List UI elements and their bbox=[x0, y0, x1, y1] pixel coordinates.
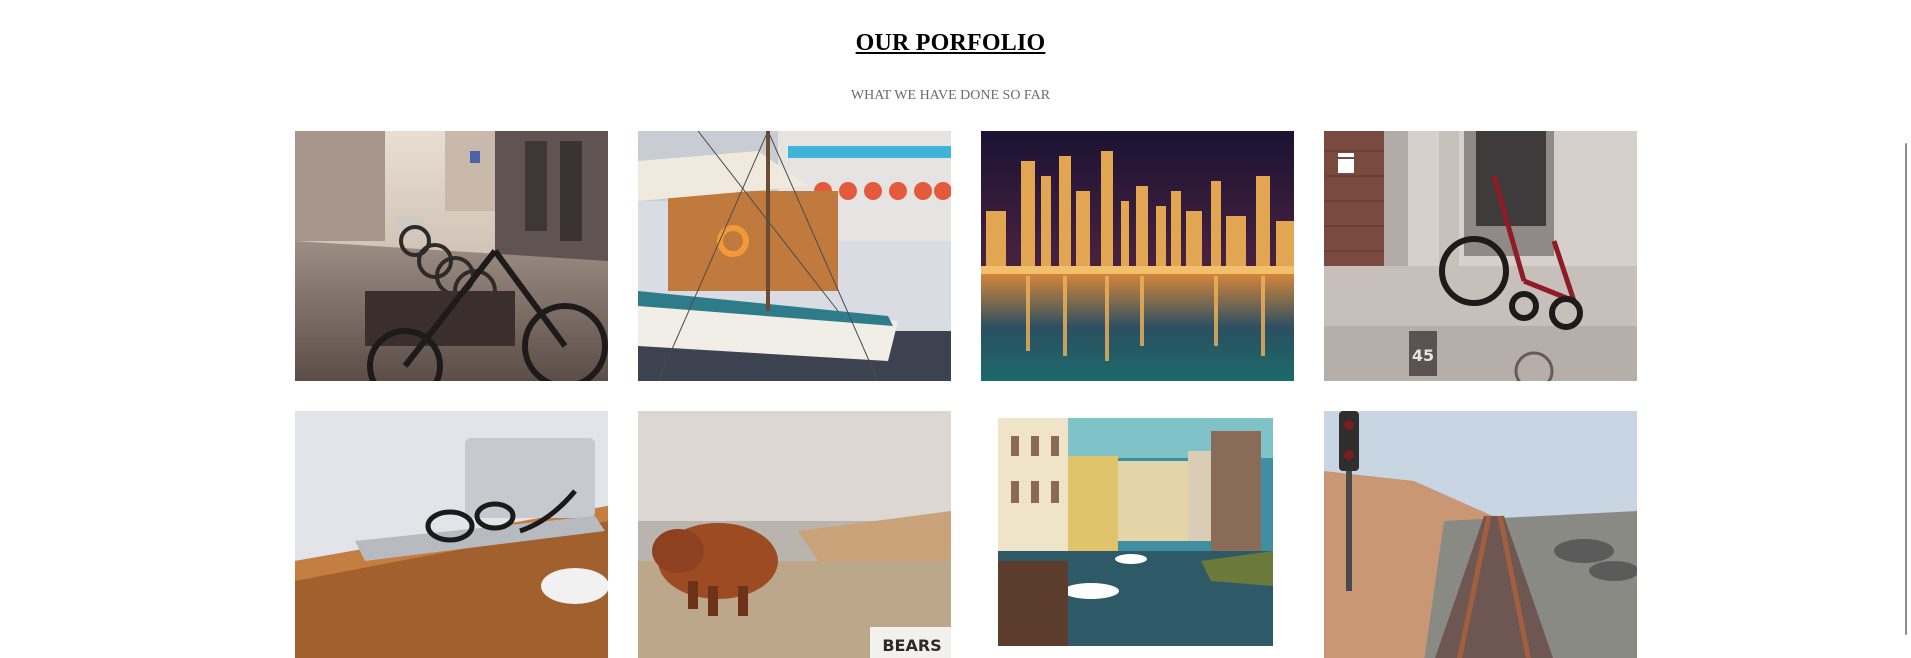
highland-cow-image: BEARS bbox=[638, 411, 951, 658]
portfolio-item-sailboat-harbor[interactable] bbox=[638, 131, 951, 381]
red-tricycle-image: 45 bbox=[1324, 131, 1637, 381]
scrollbar-thumb[interactable] bbox=[1905, 143, 1907, 635]
laptop-glasses-desk-image bbox=[295, 411, 608, 658]
city-skyline-night-image bbox=[981, 131, 1294, 381]
railway-tracks-image bbox=[1324, 411, 1637, 658]
canal-houses-image bbox=[981, 411, 1294, 658]
portfolio-item-canal-houses[interactable] bbox=[981, 411, 1294, 658]
portfolio-page: OUR PORFOLIO WHAT WE HAVE DONE SO FAR 45… bbox=[0, 0, 1911, 658]
portfolio-subtitle: WHAT WE HAVE DONE SO FAR bbox=[850, 88, 1051, 103]
portfolio-item-railway-tracks[interactable] bbox=[1324, 411, 1637, 658]
step-number-badge: 45 bbox=[1412, 346, 1434, 365]
portfolio-item-city-skyline-night[interactable] bbox=[981, 131, 1294, 381]
page-scrollbar[interactable] bbox=[1905, 0, 1911, 658]
sailboat-harbor-image bbox=[638, 131, 951, 381]
portfolio-item-highland-cow[interactable]: BEARS bbox=[638, 411, 951, 658]
portfolio-title: OUR PORFOLIO bbox=[855, 30, 1046, 56]
street-bicycles-image bbox=[295, 131, 608, 381]
portfolio-item-red-tricycle[interactable]: 45 bbox=[1324, 131, 1637, 381]
portfolio-item-laptop-glasses-desk[interactable] bbox=[295, 411, 608, 658]
portfolio-item-street-bicycles[interactable] bbox=[295, 131, 608, 381]
bears-watermark: BEARS bbox=[882, 636, 941, 655]
